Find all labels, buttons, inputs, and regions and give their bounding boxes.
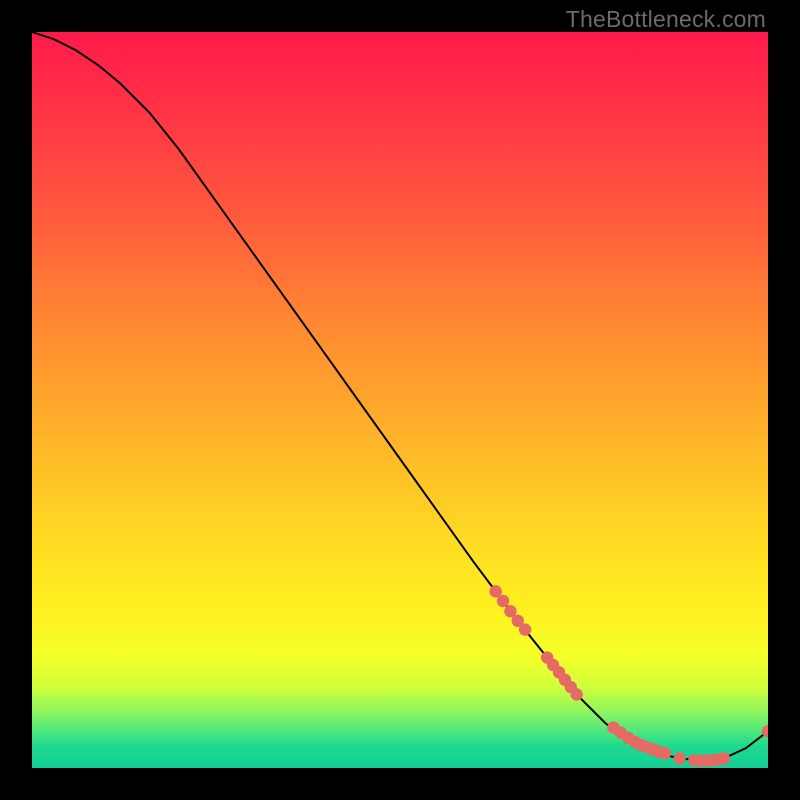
marker-dot bbox=[718, 752, 730, 764]
marker-dot bbox=[570, 688, 582, 700]
chart-stage: TheBottleneck.com bbox=[0, 0, 800, 800]
main-curve bbox=[32, 32, 768, 761]
marker-dots bbox=[489, 585, 768, 767]
plot-area bbox=[32, 32, 768, 768]
marker-dot bbox=[519, 623, 531, 635]
watermark-text: TheBottleneck.com bbox=[566, 6, 766, 33]
curve-layer bbox=[32, 32, 768, 768]
marker-dot bbox=[659, 747, 671, 759]
marker-dot bbox=[673, 752, 685, 764]
marker-dot bbox=[497, 595, 509, 607]
